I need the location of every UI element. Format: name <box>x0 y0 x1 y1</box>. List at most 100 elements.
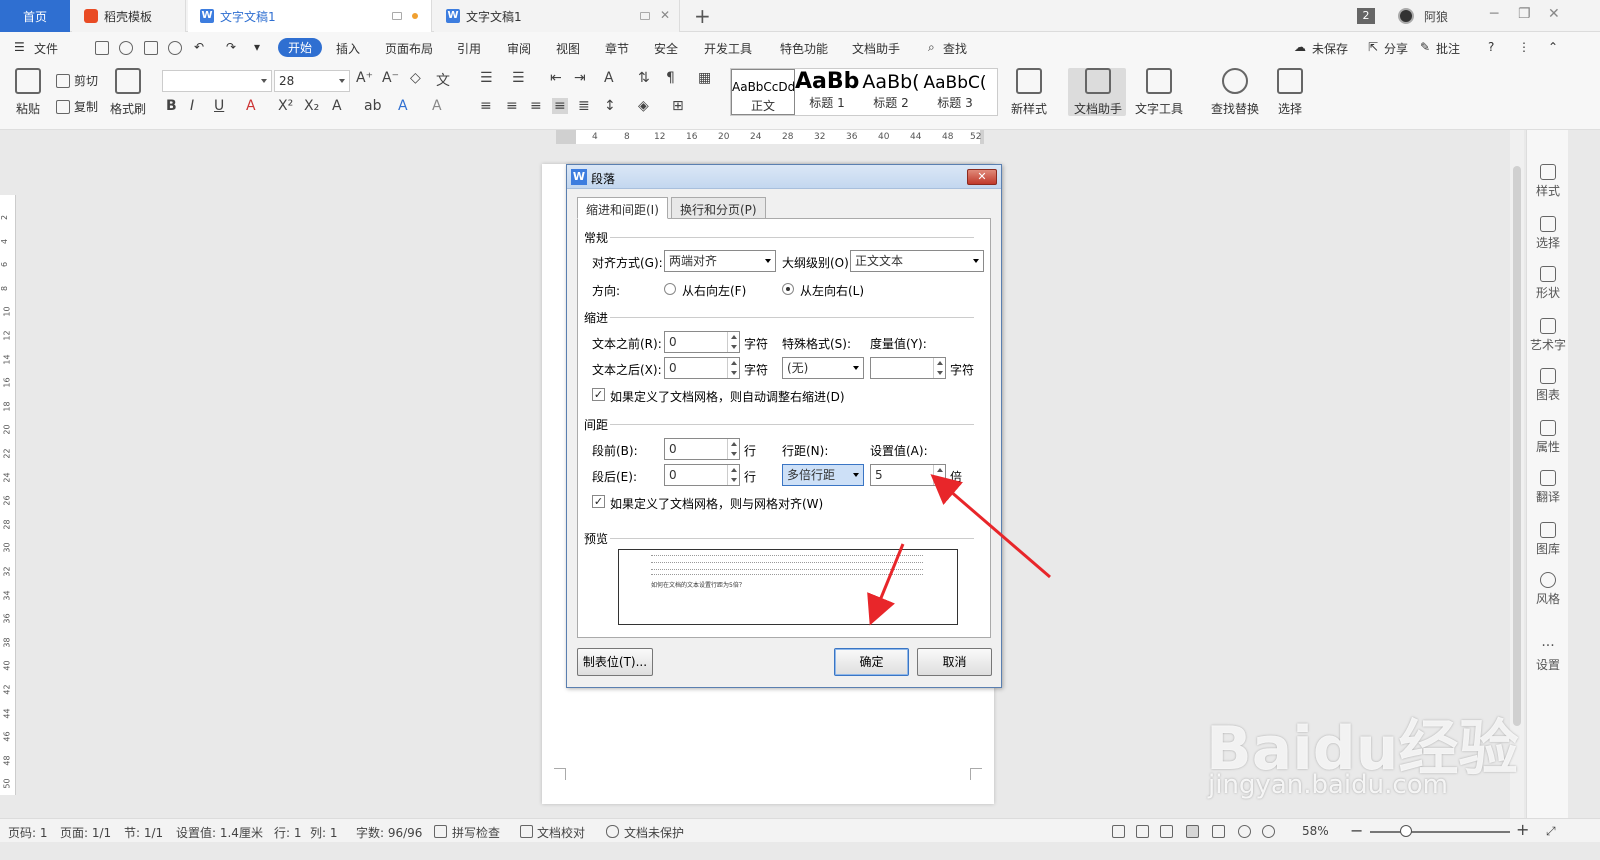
monitor-icon[interactable] <box>392 12 402 20</box>
phonetic-icon[interactable]: 文 <box>436 70 450 90</box>
menu-tab-references[interactable]: 引用 <box>457 40 481 57</box>
spinner-icon[interactable] <box>727 332 739 352</box>
zoom-in-icon[interactable]: + <box>1516 820 1529 839</box>
menu-tab-doc-helper[interactable]: 文档助手 <box>852 40 900 57</box>
ltr-label[interactable]: 从左向右(L) <box>800 282 864 299</box>
style-heading-1[interactable]: AaBb 标题 1 <box>795 69 859 115</box>
text-effect-icon[interactable]: A <box>332 98 342 114</box>
close-window-icon[interactable]: ✕ <box>1548 6 1560 22</box>
italic-icon[interactable]: I <box>190 98 194 114</box>
menu-tab-security[interactable]: 安全 <box>654 40 678 57</box>
doc-helper-label-group[interactable]: 文档助手 <box>1070 68 1126 117</box>
menu-tab-features[interactable]: 特色功能 <box>780 40 828 57</box>
unit-line-dropdown[interactable]: 行 <box>744 468 756 485</box>
protect-status[interactable]: 文档未保护 <box>624 824 684 841</box>
horizontal-ruler[interactable]: 4 8 12 16 20 24 28 32 36 40 44 48 52 <box>556 130 984 144</box>
pane-theme[interactable]: 风格 <box>1527 572 1569 607</box>
highlight-icon[interactable]: ab <box>364 98 381 114</box>
web-view-icon[interactable] <box>1238 825 1251 838</box>
read-mode-icon[interactable] <box>1136 825 1149 838</box>
show-marks-icon[interactable]: ¶ <box>666 70 675 86</box>
pane-chart[interactable]: 图表 <box>1527 368 1569 403</box>
superscript-icon[interactable]: X² <box>278 98 293 114</box>
alignment-select[interactable]: 两端对齐 <box>664 250 776 272</box>
avatar[interactable] <box>1398 8 1414 24</box>
indent-after-input[interactable]: 0 <box>664 357 740 379</box>
subscript-icon[interactable]: X₂ <box>304 98 319 114</box>
ok-button[interactable]: 确定 <box>834 648 909 676</box>
new-tab-plus-icon[interactable]: + <box>694 4 711 28</box>
text-tools-button[interactable]: 文字工具 <box>1130 68 1188 117</box>
cloud-icon[interactable]: ☁ <box>1294 40 1306 54</box>
numbered-list-icon[interactable]: ☰ <box>512 70 525 86</box>
select-button[interactable]: 选择 <box>1272 68 1308 117</box>
unit-char-dropdown[interactable]: 字符 <box>744 361 768 378</box>
menu-tab-developer[interactable]: 开发工具 <box>704 40 752 57</box>
expand-icon[interactable]: ⤢ <box>1546 824 1556 839</box>
tabs-button[interactable]: 制表位(T)... <box>577 648 653 676</box>
spellcheck-button[interactable]: 拼写检查 <box>452 824 500 841</box>
zoom-out-icon[interactable]: − <box>1350 821 1363 840</box>
outline-level-select[interactable]: 正文文本 <box>850 250 984 272</box>
spinner-icon[interactable] <box>933 358 945 378</box>
help-icon[interactable]: ? <box>1488 40 1494 54</box>
copy-button[interactable]: 复制 <box>56 98 98 115</box>
align-left-icon[interactable]: ≡ <box>480 98 492 114</box>
status-page[interactable]: 页码: 1 <box>8 824 48 841</box>
clear-format-icon[interactable]: ◇ <box>410 70 421 86</box>
search-icon[interactable]: ⌕ <box>928 40 935 55</box>
status-pages[interactable]: 页面: 1/1 <box>60 824 111 841</box>
proof-button[interactable]: 文档校对 <box>537 824 585 841</box>
undo-icon[interactable]: ↶ <box>194 40 204 54</box>
shrink-font-icon[interactable]: A⁻ <box>382 70 399 86</box>
customize-chevron-icon[interactable]: ▾ <box>254 40 260 54</box>
user-name[interactable]: 阿狼 <box>1424 8 1448 25</box>
borders-icon[interactable]: ⊞ <box>672 98 684 114</box>
distributed-icon[interactable]: ≣ <box>578 98 590 114</box>
pane-styles[interactable]: 样式 <box>1527 164 1569 199</box>
decrease-indent-icon[interactable]: ⇤ <box>550 70 562 86</box>
tab-indent-spacing[interactable]: 缩进和间距(I) <box>577 197 668 219</box>
radio-rtl[interactable] <box>664 283 676 295</box>
grid-align-checkbox[interactable]: ✓ <box>592 495 605 508</box>
menu-tab-layout[interactable]: 页面布局 <box>385 40 433 57</box>
tab-document-active[interactable]: W 文字文稿1 <box>188 0 432 32</box>
font-color-icon[interactable]: A <box>398 98 408 114</box>
auto-indent-checkbox[interactable]: ✓ <box>592 388 605 401</box>
share-button[interactable]: 分享 <box>1384 40 1408 57</box>
minimize-icon[interactable]: ─ <box>1490 6 1498 22</box>
set-value-input[interactable]: 5 <box>870 464 946 486</box>
status-row[interactable]: 行: 1 <box>274 824 302 841</box>
space-before-input[interactable]: 0 <box>664 438 740 460</box>
indent-before-input[interactable]: 0 <box>664 331 740 353</box>
menu-tab-insert[interactable]: 插入 <box>336 40 360 57</box>
special-format-select[interactable]: (无) <box>782 357 864 379</box>
dialog-titlebar[interactable]: W 段落 ✕ <box>567 165 1001 189</box>
grow-font-icon[interactable]: A⁺ <box>356 70 373 86</box>
zoom-slider-knob[interactable] <box>1400 825 1412 837</box>
rtl-label[interactable]: 从右向左(F) <box>682 282 746 299</box>
cut-button[interactable]: 剪切 <box>56 72 98 89</box>
char-shading-icon[interactable]: A <box>432 98 442 114</box>
tab-home[interactable]: 首页 <box>0 0 70 32</box>
status-word-count[interactable]: 字数: 96/96 <box>356 824 422 841</box>
pane-wordart[interactable]: 艺术字 <box>1527 318 1569 353</box>
bold-icon[interactable]: B <box>166 98 177 114</box>
save-icon[interactable] <box>95 41 109 55</box>
spinner-icon[interactable] <box>727 358 739 378</box>
underline-icon[interactable]: U <box>214 98 224 114</box>
grid-align-label[interactable]: 如果定义了文档网格，则与网格对齐(W) <box>610 495 823 512</box>
share-icon[interactable]: ⇱ <box>1368 40 1378 54</box>
align-center-icon[interactable]: ≡ <box>506 98 518 114</box>
find-replace-button[interactable]: 查找替换 <box>1206 68 1264 117</box>
shading-icon[interactable]: ◈ <box>638 98 649 114</box>
close-tab-icon[interactable]: ✕ <box>660 8 670 22</box>
tab-daoke-template[interactable]: 稻壳模板 <box>72 0 186 32</box>
status-set-value[interactable]: 设置值: 1.4厘米 <box>176 824 263 841</box>
pane-settings[interactable]: ··· 设置 <box>1527 638 1569 673</box>
comment-button[interactable]: 批注 <box>1436 40 1460 57</box>
zoom-level[interactable]: 58% <box>1302 824 1329 838</box>
more-icon[interactable]: ⋮ <box>1518 40 1530 54</box>
comment-icon[interactable]: ✎ <box>1420 40 1430 54</box>
paste-button[interactable]: 粘贴 <box>10 68 46 117</box>
